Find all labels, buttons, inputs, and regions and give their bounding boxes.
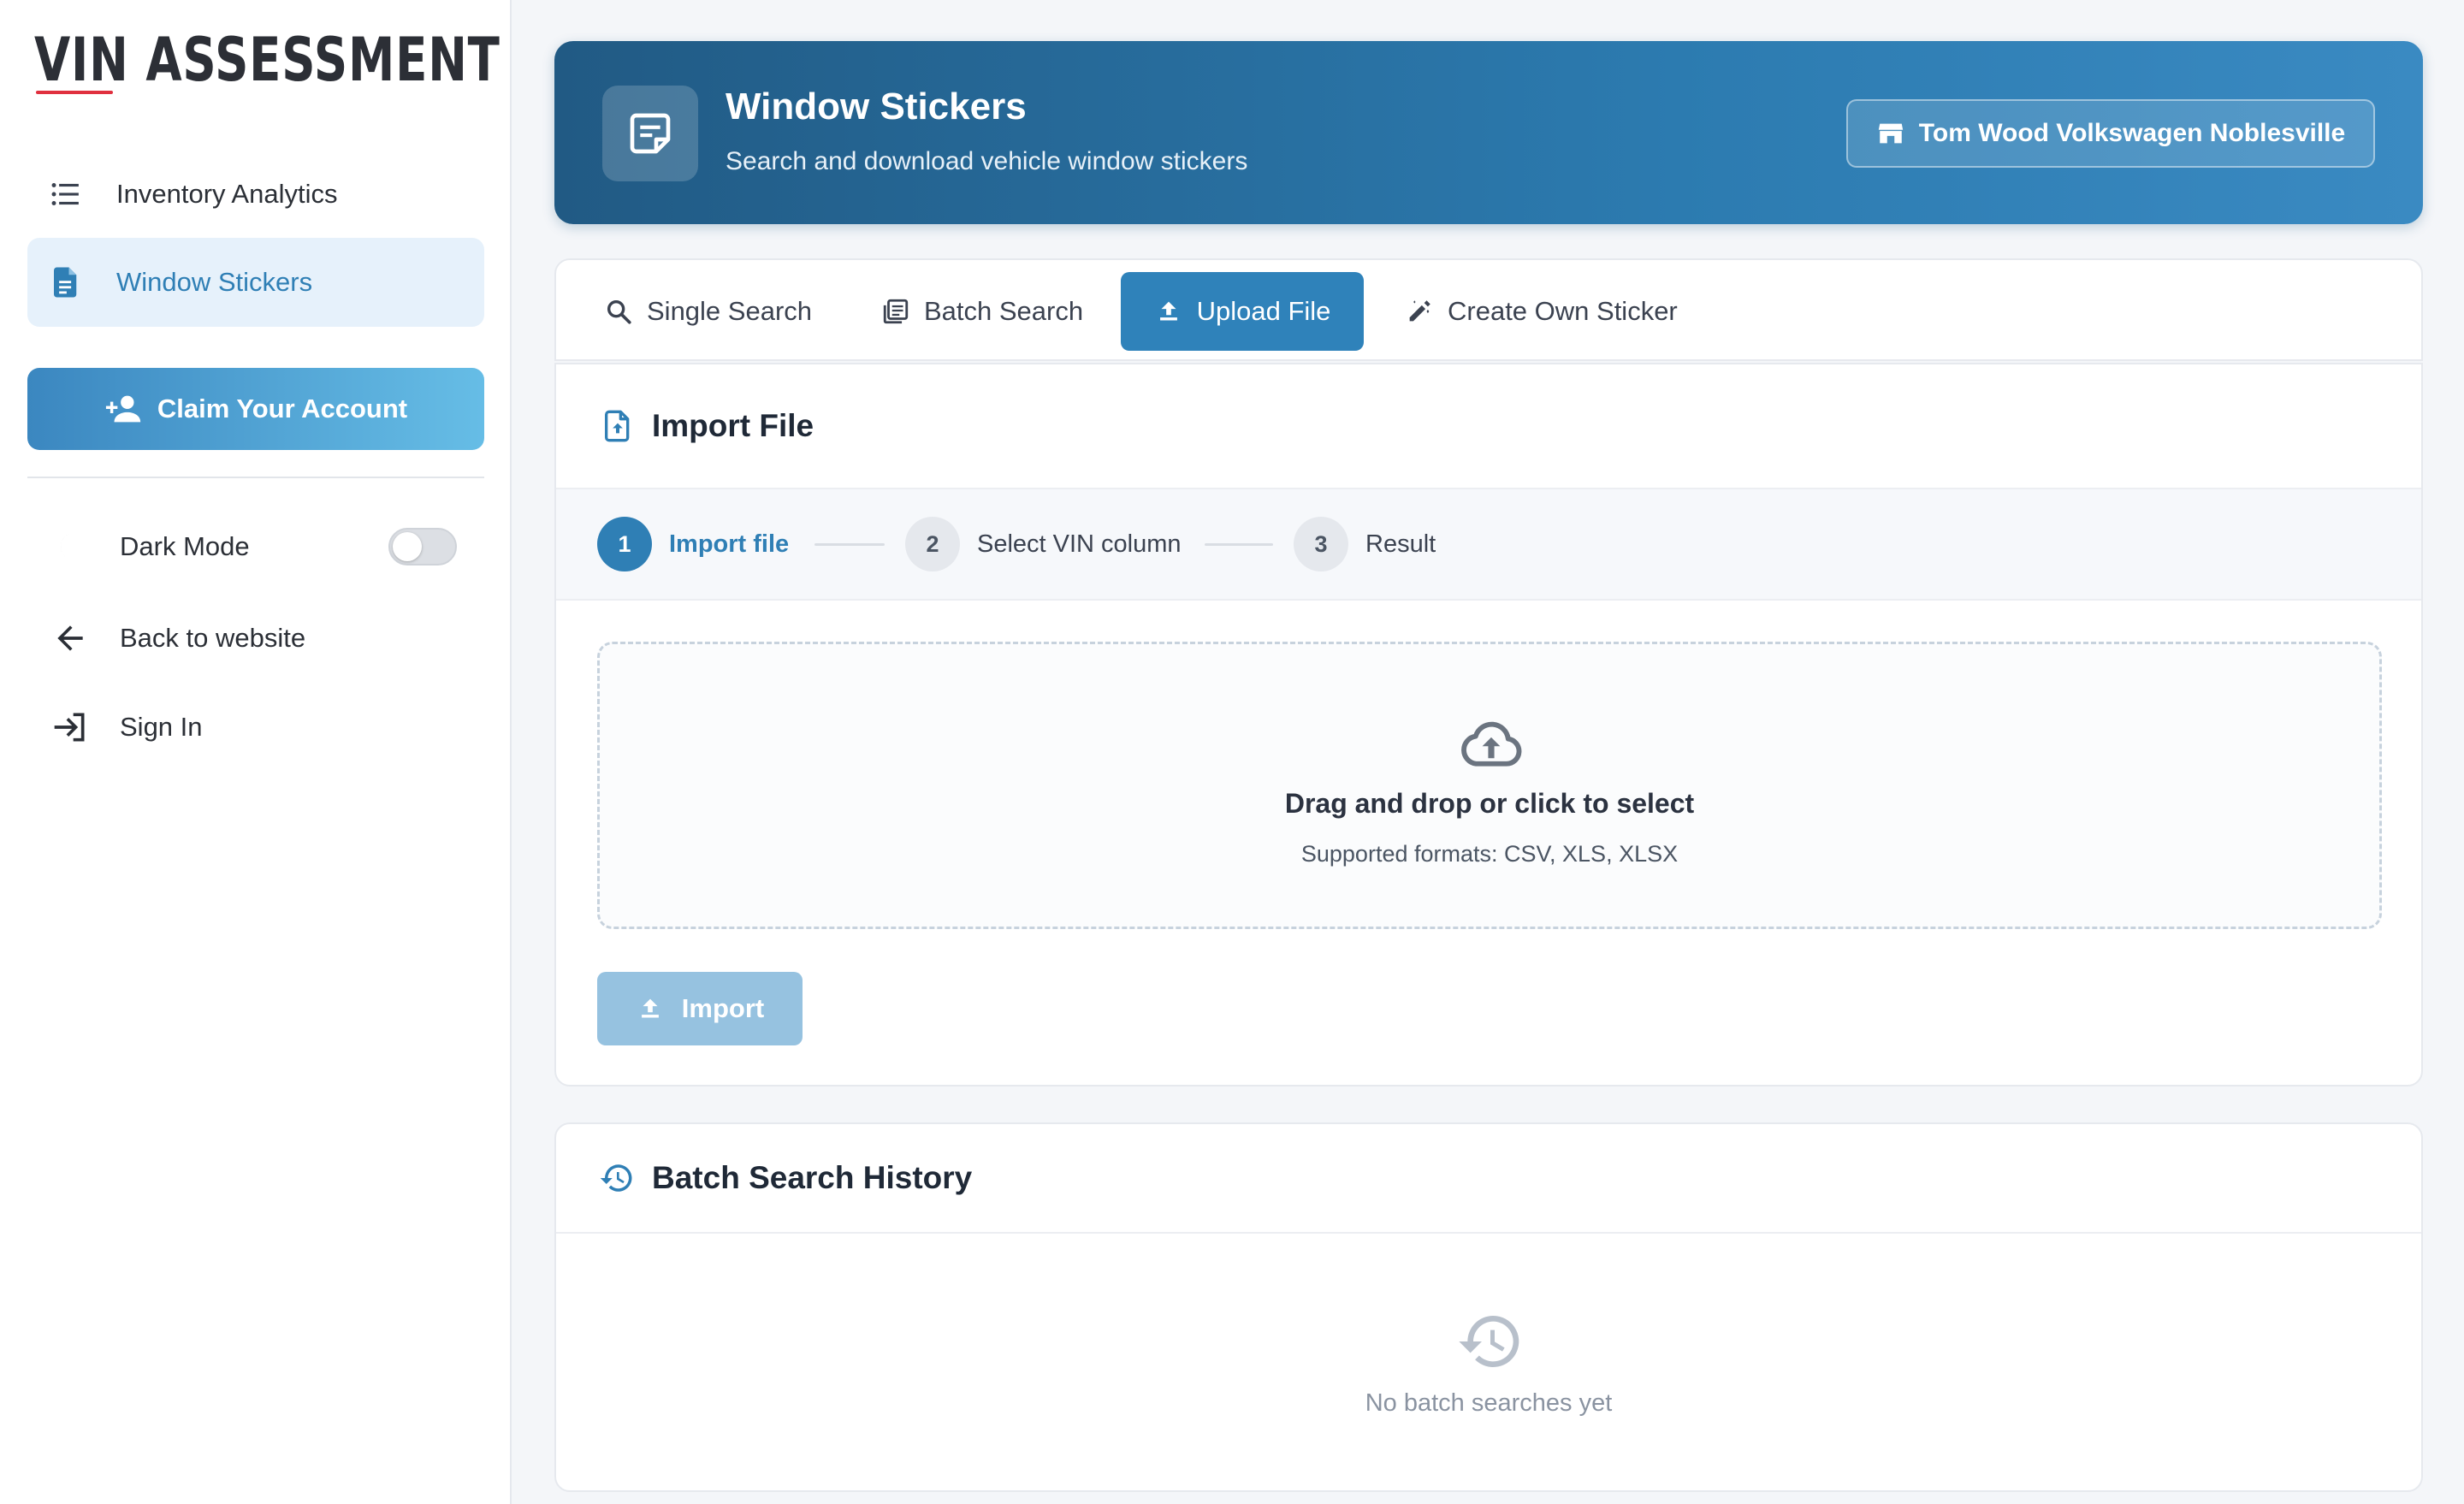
step-label: Select VIN column [977,530,1182,558]
search-icon [607,299,631,324]
step-import-file: 1 Import file [597,517,789,571]
nav-label: Inventory Analytics [116,179,338,209]
page-title: Window Stickers [726,86,1027,127]
step-number: 3 [1294,517,1348,571]
upload-icon [641,998,659,1018]
dropzone-instruction: Drag and drop or click to select [1284,788,1695,819]
dark-mode-toggle[interactable] [388,528,457,565]
import-button-label: Import [681,993,765,1023]
nav-item-inventory-analytics[interactable]: Inventory Analytics [27,150,484,239]
logo-underline [36,91,113,94]
moon-icon [60,532,75,561]
import-button[interactable]: Import [597,972,803,1045]
import-card-header: Import File [556,364,2421,488]
claim-account-label: Claim Your Account [157,394,408,423]
list-icon [51,183,79,205]
tab-create-own-sticker[interactable]: Create Own Sticker [1405,272,1678,351]
step-label: Import file [669,530,790,558]
toggle-knob [393,532,422,561]
document-icon [54,267,77,298]
nav-label: Window Stickers [116,267,313,297]
step-label: Result [1365,530,1436,558]
batch-icon [883,299,909,324]
import-file-card: Import File 1 Import file 2 Select VIN c… [554,363,2423,1087]
app-logo[interactable]: VIN ASSESSMENT [34,24,500,96]
step-connector [1205,543,1273,546]
sidebar-divider [27,477,484,478]
tab-label: Upload File [1196,296,1331,326]
claim-account-button[interactable]: Claim Your Account [27,368,484,450]
history-card-header: Batch Search History [556,1124,2421,1234]
file-dropzone[interactable]: Drag and drop or click to select Support… [597,642,2382,929]
page-header-banner: Window Stickers Search and download vehi… [554,41,2423,224]
arrow-left-icon [57,625,83,651]
tab-label: Batch Search [924,296,1084,326]
history-icon [600,1164,632,1192]
magic-edit-icon [1409,300,1430,322]
sidebar: VIN ASSESSMENT Inventory Analytics Windo… [0,0,512,1504]
store-icon [1878,123,1903,144]
search-mode-tabs: Single Search Batch Search Upload File C… [554,258,2423,361]
tab-single-search[interactable]: Single Search [604,272,812,351]
import-stepper: 1 Import file 2 Select VIN column 3 Resu… [556,488,2421,601]
upload-icon [1159,301,1177,321]
sign-in-label: Sign In [120,712,203,742]
nav-item-window-stickers[interactable]: Window Stickers [27,238,484,327]
page-subtitle: Search and download vehicle window stick… [726,147,1248,175]
login-icon [54,713,85,742]
step-connector [814,543,885,546]
dark-mode-label: Dark Mode [120,531,250,561]
step-select-vin-column: 2 Select VIN column [905,517,1182,571]
dark-mode-row: Dark Mode [51,521,250,572]
empty-history-icon [1459,1316,1519,1367]
import-card-title: Import File [652,408,814,443]
step-number: 1 [597,517,652,571]
dealer-selector-button[interactable]: Tom Wood Volkswagen Noblesville [1846,99,2375,168]
tab-label: Single Search [647,296,813,326]
batch-search-history-card: Batch Search History No batch searches y… [554,1122,2423,1492]
sticker-icon-badge [602,86,698,181]
back-to-website-link[interactable]: Back to website [51,613,305,664]
dropzone-formats: Supported formats: CSV, XLS, XLSX [1300,841,1679,867]
file-upload-icon [605,410,630,442]
cloud-upload-icon [1461,721,1522,767]
sign-in-link[interactable]: Sign In [51,702,203,753]
back-label: Back to website [120,623,306,653]
tab-upload-file[interactable]: Upload File [1121,272,1364,351]
tab-label: Create Own Sticker [1448,296,1678,326]
history-card-title: Batch Search History [652,1160,973,1195]
tab-batch-search[interactable]: Batch Search [881,272,1083,351]
step-result: 3 Result [1294,517,1436,571]
empty-history-message: No batch searches yet [1365,1389,1613,1417]
step-number: 2 [905,517,960,571]
dealer-name: Tom Wood Volkswagen Noblesville [1918,119,2346,147]
add-user-icon [105,395,141,423]
sticker-note-icon [630,113,671,154]
